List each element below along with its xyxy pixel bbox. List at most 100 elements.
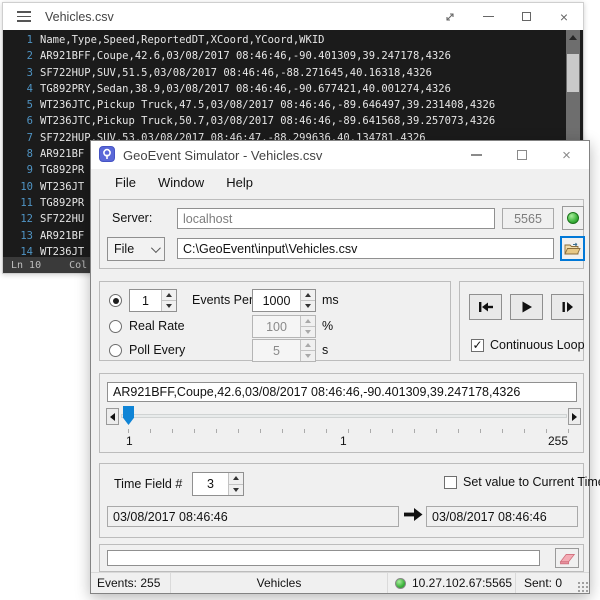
line-text: SF722HUP,SUV,51.5,03/08/2017 08:46:46,-8… <box>40 65 432 81</box>
time-field-spinner[interactable]: 3 <box>192 472 244 496</box>
open-folder-icon <box>564 242 581 256</box>
spin-up-icon[interactable] <box>229 473 243 485</box>
slider-left-button[interactable] <box>106 408 119 425</box>
chevron-down-icon <box>151 243 161 253</box>
column-indicator: Col <box>69 260 87 271</box>
line-number: 9 <box>3 162 33 178</box>
sim-window-title: GeoEvent Simulator - Vehicles.csv <box>123 148 322 163</box>
triangle-left-icon <box>110 413 115 421</box>
status-address: 10.27.102.67:5565 <box>412 576 512 590</box>
line-number: 11 <box>3 195 33 211</box>
sim-titlebar: GeoEvent Simulator - Vehicles.csv × <box>91 141 589 169</box>
time-field-group: Time Field # 3 Set value to Current Time… <box>99 463 584 538</box>
minimize-icon[interactable] <box>454 141 499 169</box>
events-count-spinner[interactable]: 1 <box>129 289 177 312</box>
current-event-input[interactable]: AR921BFF,Coupe,42.6,03/08/2017 08:46:46,… <box>107 382 577 402</box>
spin-down-icon[interactable] <box>229 485 243 496</box>
event-slider-track[interactable] <box>121 414 567 418</box>
expand-icon[interactable] <box>443 10 457 24</box>
connection-group: Server: localhost 5565 File C:\GeoEvent\… <box>99 199 584 269</box>
slider-max-label: 255 <box>548 434 568 448</box>
arrow-right-icon <box>404 508 423 524</box>
line-number: 2 <box>3 48 33 64</box>
status-events: Events: 255 <box>91 573 171 593</box>
continuous-loop-label: Continuous Loop <box>490 338 585 352</box>
line-text: TG892PR <box>40 195 84 211</box>
line-text: WT236JT <box>40 179 84 195</box>
close-icon[interactable]: × <box>557 10 571 24</box>
real-rate-radio[interactable] <box>109 320 122 333</box>
play-icon <box>521 301 533 313</box>
skip-to-start-button[interactable] <box>469 294 502 320</box>
clear-button[interactable] <box>555 548 579 568</box>
sim-status-bar: Events: 255 Vehicles 10.27.102.67:5565 S… <box>91 572 589 593</box>
menu-window[interactable]: Window <box>147 172 215 193</box>
csv-line: 3SF722HUP,SUV,51.5,03/08/2017 08:46:46,-… <box>3 65 583 81</box>
real-rate-label: Real Rate <box>129 319 185 333</box>
step-forward-button[interactable] <box>551 294 584 320</box>
csv-line: 4TG892PRY,Sedan,38.9,03/08/2017 08:46:46… <box>3 81 583 97</box>
line-text: SF722HU <box>40 211 84 227</box>
slider-min-label: 1 <box>126 434 133 448</box>
hamburger-menu-icon[interactable] <box>17 11 31 22</box>
time-field-label: Time Field # <box>114 477 182 491</box>
maximize-icon[interactable] <box>519 10 533 24</box>
browse-file-button[interactable] <box>560 236 585 261</box>
line-number: 1 <box>3 32 33 48</box>
line-number: 5 <box>3 97 33 113</box>
connected-icon <box>567 212 579 224</box>
line-text: Name,Type,Speed,ReportedDT,XCoord,YCoord… <box>40 32 324 48</box>
time-to-input[interactable]: 03/08/2017 08:46:46 <box>426 506 578 527</box>
slider-mid-label: 1 <box>340 434 347 448</box>
time-from-input[interactable]: 03/08/2017 08:46:46 <box>107 506 399 527</box>
maximize-icon[interactable] <box>499 141 544 169</box>
skip-to-start-icon <box>478 301 494 313</box>
triangle-right-icon <box>572 413 577 421</box>
event-slider-thumb[interactable] <box>123 406 134 425</box>
server-label: Server: <box>112 211 152 225</box>
server-host-input[interactable]: localhost <box>177 208 495 229</box>
scrollbar-thumb[interactable] <box>567 54 579 92</box>
eraser-icon <box>558 552 576 565</box>
line-number: 6 <box>3 113 33 129</box>
poll-every-radio[interactable] <box>109 344 122 357</box>
status-sent: Sent: 0 <box>516 573 574 593</box>
menu-file[interactable]: File <box>104 172 147 193</box>
geoevent-simulator-window: GeoEvent Simulator - Vehicles.csv × File… <box>90 140 590 594</box>
geoevent-logo-icon <box>99 146 115 165</box>
events-per-label: Events Per <box>192 293 253 307</box>
progress-bar <box>107 550 540 566</box>
spin-down-icon[interactable] <box>301 301 315 311</box>
sim-menubar: File Window Help <box>91 169 589 195</box>
slider-right-button[interactable] <box>568 408 581 425</box>
line-indicator: Ln 10 <box>11 260 41 271</box>
connected-icon <box>395 578 406 589</box>
csv-titlebar: Vehicles.csv × <box>3 3 583 30</box>
menu-help[interactable]: Help <box>215 172 264 193</box>
file-path-input[interactable]: C:\GeoEvent\input\Vehicles.csv <box>177 238 554 259</box>
events-per-radio[interactable] <box>109 294 122 307</box>
status-connection: 10.27.102.67:5565 <box>388 573 516 593</box>
connection-status-button[interactable] <box>562 206 584 230</box>
interval-spinner[interactable]: 1000 <box>252 289 316 312</box>
resize-grip[interactable] <box>577 581 589 593</box>
close-icon[interactable]: × <box>544 141 589 169</box>
minimize-icon[interactable] <box>481 10 495 24</box>
line-text: TG892PRY,Sedan,38.9,03/08/2017 08:46:46,… <box>40 81 451 97</box>
spin-down-icon[interactable] <box>162 301 176 311</box>
source-type-dropdown[interactable]: File <box>107 237 165 261</box>
play-button[interactable] <box>510 294 543 320</box>
line-number: 8 <box>3 146 33 162</box>
continuous-loop-checkbox[interactable]: ✓ <box>471 339 484 352</box>
line-text: AR921BF <box>40 146 84 162</box>
csv-window-controls: × <box>443 3 571 30</box>
playback-group: ✓ Continuous Loop <box>459 281 584 361</box>
status-feed-name: Vehicles <box>171 573 388 593</box>
server-port-input[interactable]: 5565 <box>502 208 554 229</box>
spin-up-icon[interactable] <box>301 290 315 301</box>
scroll-up-icon[interactable] <box>569 35 577 40</box>
spin-up-icon[interactable] <box>162 290 176 301</box>
set-current-time-checkbox[interactable] <box>444 476 457 489</box>
line-number: 14 <box>3 244 33 258</box>
csv-line: 2AR921BFF,Coupe,42.6,03/08/2017 08:46:46… <box>3 48 583 64</box>
